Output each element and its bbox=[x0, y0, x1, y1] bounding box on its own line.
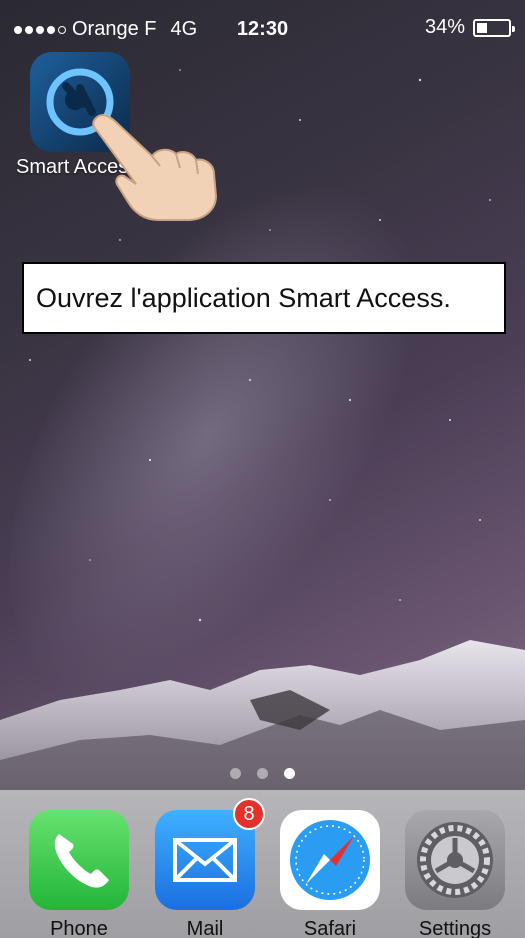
dock-app-phone[interactable]: Phone bbox=[24, 810, 134, 938]
page-dot-active[interactable] bbox=[284, 768, 295, 779]
battery-percentage: 34% bbox=[424, 16, 465, 38]
mail-icon[interactable]: 8 bbox=[155, 798, 265, 910]
dock-app-safari[interactable]: Safari bbox=[275, 810, 385, 938]
dock-label-settings: Settings bbox=[418, 918, 492, 938]
dock-label-safari: Safari bbox=[303, 918, 357, 938]
page-indicator[interactable] bbox=[0, 768, 525, 779]
dock-app-settings[interactable]: Settings bbox=[400, 810, 510, 938]
page-dot[interactable] bbox=[257, 768, 268, 779]
pointing-hand-icon bbox=[92, 114, 218, 221]
page-dot[interactable] bbox=[230, 768, 241, 779]
instruction-callout: Ouvrez l'application Smart Access. bbox=[22, 262, 506, 334]
safari-icon[interactable] bbox=[280, 810, 380, 910]
battery-icon bbox=[473, 18, 515, 37]
phone-icon[interactable] bbox=[29, 810, 129, 910]
unread-badge: 8 bbox=[233, 798, 265, 830]
dock-app-mail[interactable]: 8 Mail bbox=[150, 798, 265, 938]
dock-label-mail: Mail bbox=[186, 918, 224, 938]
status-right: 34% bbox=[424, 16, 515, 39]
iphone-home-screen: Orange F 4G 12:30 34% Smart Access Ouvre… bbox=[0, 0, 525, 938]
instruction-text: Ouvrez l'application Smart Access. bbox=[36, 282, 451, 313]
dock: Phone 8 Mail Safari Settings bbox=[0, 790, 525, 938]
dock-label-phone: Phone bbox=[50, 918, 108, 938]
settings-gear-icon[interactable] bbox=[405, 810, 505, 910]
status-bar: Orange F 4G 12:30 34% bbox=[0, 0, 525, 56]
